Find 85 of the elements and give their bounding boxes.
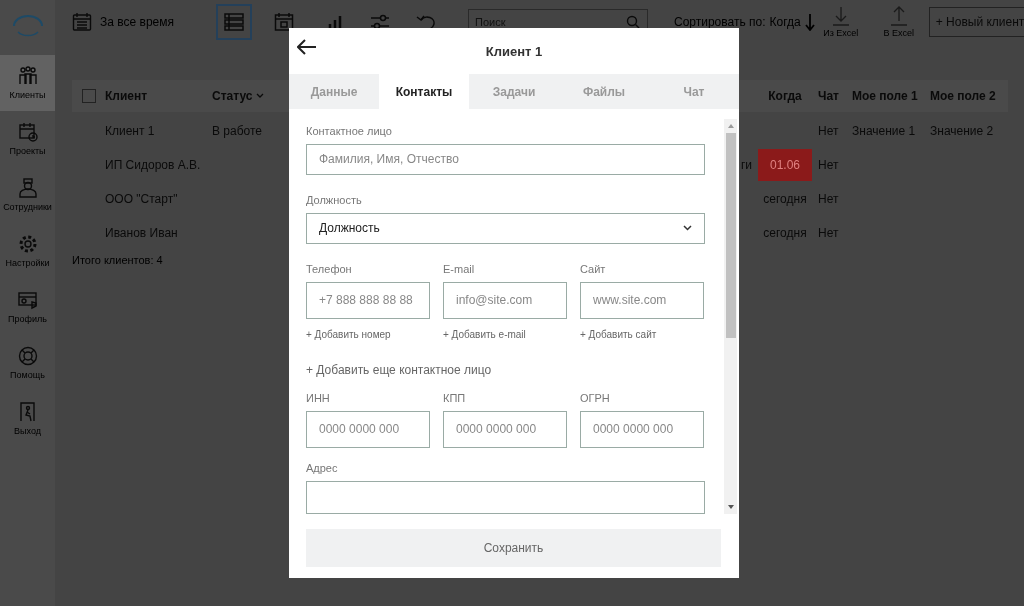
chevron-down-icon <box>256 93 265 99</box>
export-button[interactable]: В Excel <box>876 6 921 38</box>
arrow-down-icon[interactable] <box>804 13 815 31</box>
table-cell: сегодня <box>763 226 807 240</box>
table-cell: Значение 2 <box>930 124 994 138</box>
add-contact-link[interactable]: + Добавить еще контактное лицо <box>306 362 707 377</box>
sidebar-item[interactable]: Помощь <box>0 335 55 391</box>
contact-name-field[interactable]: Фамилия, Имя, Отчество <box>306 144 705 175</box>
tab[interactable]: Файлы <box>559 74 649 109</box>
sort-value[interactable]: Когда <box>769 15 801 29</box>
table-cell: 01.06 <box>758 149 812 181</box>
sort-label: Сортировать по: <box>674 15 766 29</box>
add-link[interactable]: + Добавить сайт <box>580 328 704 340</box>
sidebar-item[interactable]: Настройки <box>0 223 55 279</box>
bar-chart-icon[interactable] <box>328 14 344 30</box>
settings-icon <box>17 234 38 254</box>
exit-door-icon <box>17 402 38 422</box>
new-client-button[interactable]: + Новый клиент <box>928 7 1024 37</box>
upload-icon <box>889 6 908 26</box>
sidebar-item[interactable]: Выход <box>0 391 55 447</box>
field-label: Сайт <box>580 262 607 275</box>
view-toggle[interactable] <box>216 4 252 40</box>
table-cell: Нет <box>818 192 839 206</box>
field-label: ИНН <box>306 391 331 404</box>
sidebar-item[interactable]: Сотрудники <box>0 167 55 223</box>
profile-card-icon <box>17 290 38 310</box>
column-header[interactable]: Клиент <box>105 89 212 103</box>
dialog-title: Клиент 1 <box>485 43 543 59</box>
download-icon <box>831 6 850 26</box>
lifebuoy-icon <box>17 346 38 366</box>
column-header[interactable]: Чат <box>818 89 852 103</box>
sidebar-item[interactable]: Клиенты <box>0 55 55 111</box>
table-cell[interactable]: ИП Сидоров А.В. <box>105 158 201 172</box>
table-cell[interactable]: ООО "Старт" <box>105 192 178 206</box>
save-button[interactable]: Сохранить <box>306 529 721 567</box>
input-field[interactable]: info@site.com <box>443 281 567 319</box>
column-header[interactable]: Мое поле 1 <box>852 89 930 103</box>
table-cell[interactable]: Иванов Иван <box>105 226 178 240</box>
tab[interactable]: Задачи <box>469 74 559 109</box>
field-label: Адрес <box>306 461 339 474</box>
sliders-icon[interactable] <box>370 14 390 30</box>
position-select[interactable]: Должность <box>306 212 705 244</box>
scrollbar[interactable] <box>724 119 737 514</box>
table-cell: Значение 1 <box>852 124 916 138</box>
calendar-icon <box>274 12 294 32</box>
tab[interactable]: Данные <box>289 74 379 109</box>
search-icon <box>626 15 640 29</box>
calendar-clock-icon <box>17 122 38 142</box>
back-arrow-icon[interactable] <box>297 39 317 55</box>
table-cell: Нет <box>818 158 839 172</box>
person-icon <box>17 178 38 198</box>
sidebar-item[interactable]: Проекты <box>0 111 55 167</box>
address-field[interactable] <box>306 480 705 514</box>
people-icon <box>17 66 38 86</box>
column-header[interactable]: Мое поле 2 <box>930 89 1008 103</box>
input-field[interactable]: +7 888 888 88 88 <box>306 281 430 319</box>
field-label: ОГРН <box>580 391 611 404</box>
input-field[interactable]: 0000 0000 000 <box>580 410 704 448</box>
field-label: Контактное лицо <box>306 125 393 137</box>
field-label: Телефон <box>306 262 353 275</box>
input-field[interactable]: 0000 0000 000 <box>306 410 430 448</box>
list-icon <box>224 13 244 31</box>
table-cell: Нет <box>818 124 839 138</box>
table-cell[interactable]: Клиент 1 <box>105 124 155 138</box>
sidebar-item[interactable]: Профиль <box>0 279 55 335</box>
import-button[interactable]: Из Excel <box>818 6 863 38</box>
table-cell: В работе <box>212 124 262 138</box>
input-field[interactable]: 0000 0000 000 <box>443 410 567 448</box>
column-header[interactable]: Когда <box>752 89 818 103</box>
chevron-down-icon <box>683 225 692 232</box>
total-count: Итого клиентов: 4 <box>72 254 164 266</box>
input-field[interactable]: www.site.com <box>580 281 704 319</box>
add-link[interactable]: + Добавить e-mail <box>443 328 567 340</box>
field-label: E-mail <box>443 262 476 275</box>
add-link[interactable]: + Добавить номер <box>306 328 430 340</box>
period-label[interactable]: За все время <box>100 15 174 29</box>
table-cell: сегодня <box>763 192 807 206</box>
table-cell: ги <box>740 158 752 172</box>
column-header[interactable]: Статус <box>212 89 292 103</box>
field-label: Должность <box>306 193 363 206</box>
select-all-checkbox[interactable] <box>81 89 96 103</box>
tab[interactable]: Чат <box>649 74 739 109</box>
field-label: КПП <box>443 391 467 404</box>
table-cell: Нет <box>818 226 839 240</box>
calendar-icon[interactable] <box>72 12 92 32</box>
